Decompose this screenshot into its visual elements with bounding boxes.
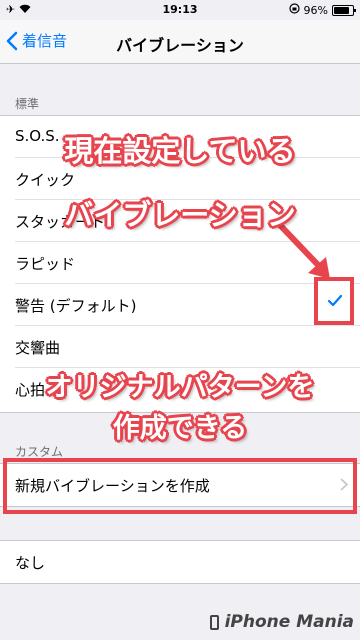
create-highlight-box — [3, 458, 357, 514]
watermark: iPhone Mania — [209, 612, 354, 632]
annotation-original-line1: オリジナルパターンを — [45, 372, 315, 403]
list-item-label: クイック — [15, 171, 76, 189]
battery-fill — [334, 6, 349, 14]
navigation-bar: 着信音 バイブレーション — [0, 20, 360, 64]
list-item-none[interactable]: なし — [0, 541, 360, 583]
list-item-label: ラピッド — [15, 255, 76, 273]
battery-icon — [332, 4, 356, 16]
list-item-symphony[interactable]: 交響曲 — [0, 326, 360, 368]
annotation-original-line2: 作成できる — [112, 413, 248, 444]
section-header-standard: 標準 — [15, 97, 40, 111]
list-item-label: なし — [15, 554, 46, 572]
none-list: なし — [0, 540, 360, 584]
battery-percent: 96% — [303, 3, 328, 17]
list-item-alert-default[interactable]: 警告 (デフォルト) — [0, 284, 360, 326]
annotation-current-line1: 現在設定している — [64, 134, 296, 168]
list-item-label: 交響曲 — [15, 339, 61, 357]
annotation-current-line2: バイブレーション — [64, 198, 296, 232]
checkmark-icon — [328, 295, 342, 307]
watermark-text: iPhone Mania — [224, 612, 354, 632]
status-right: 96% — [288, 3, 356, 17]
phone-icon — [209, 614, 219, 630]
page-title: バイブレーション — [116, 36, 244, 55]
orientation-lock-icon — [288, 3, 300, 17]
status-bar: ✈ 19:13 96% — [0, 0, 360, 20]
list-item-label: 警告 (デフォルト) — [15, 297, 137, 315]
